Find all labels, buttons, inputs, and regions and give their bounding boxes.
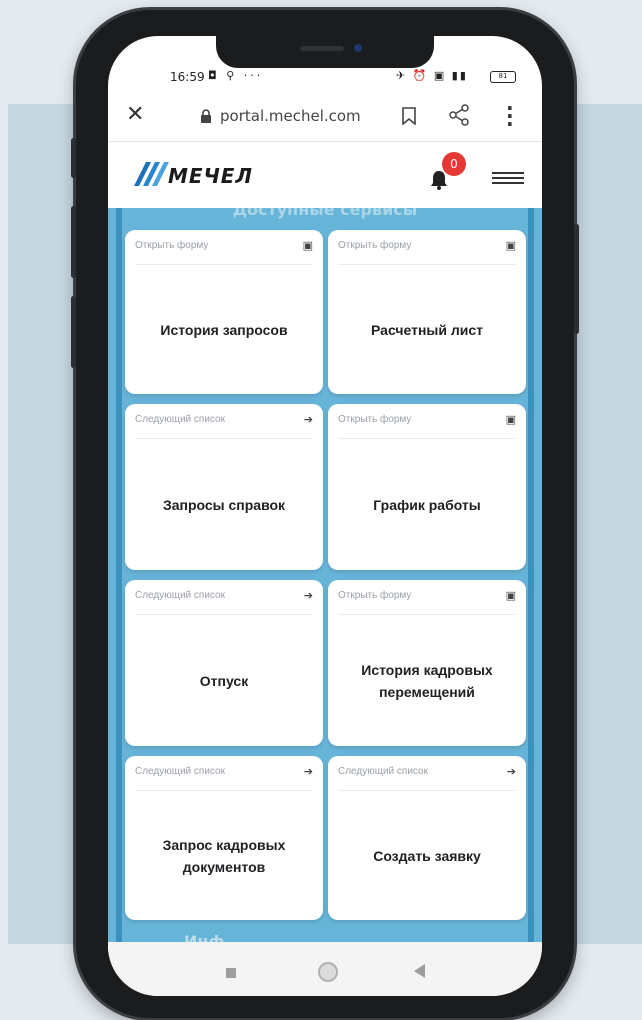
service-card[interactable]: Открыть форму ▣ Расчетный лист — [328, 230, 526, 394]
service-card[interactable]: Открыть форму ▣ История запросов — [125, 230, 323, 394]
notification-badge: 0 — [442, 152, 466, 176]
arrow-right-icon: ➔ — [506, 765, 516, 778]
card-hint: Открыть форму — [338, 590, 412, 601]
card-divider — [338, 614, 516, 615]
logo-text: МЕЧЕЛ — [168, 164, 253, 188]
battery-icon: 81 — [490, 71, 516, 83]
status-time: 16:59 — [170, 70, 205, 84]
card-hint: Открыть форму — [338, 414, 412, 425]
card-title: История запросов — [160, 322, 288, 338]
card-hint: Следующий список — [135, 414, 225, 425]
service-card[interactable]: Следующий список ➔ Создать заявку — [328, 756, 526, 920]
copy-icon: ▣ — [302, 239, 313, 252]
card-divider — [338, 438, 516, 439]
card-hint: Открыть форму — [338, 240, 412, 251]
service-card[interactable]: Открыть форму ▣ График работы — [328, 404, 526, 570]
card-divider — [135, 264, 313, 265]
more-options-icon[interactable]: · · · — [506, 98, 514, 134]
close-tab-icon[interactable]: ✕ — [126, 102, 144, 127]
status-icons-left: ◘ ⚲ ··· — [208, 69, 264, 82]
bookmark-icon[interactable] — [402, 107, 416, 125]
arrow-right-icon: ➔ — [303, 413, 313, 426]
browser-toolbar: ✕ portal.mechel.com · · · — [108, 94, 542, 142]
card-title: График работы — [373, 497, 481, 513]
hamburger-line — [492, 177, 524, 179]
content-border-right — [528, 208, 534, 942]
card-hint: Следующий список — [135, 590, 225, 601]
card-title: Расчетный лист — [371, 322, 483, 338]
content-border-left — [116, 208, 122, 942]
copy-icon: ▣ — [505, 589, 516, 602]
card-title: Создать заявку — [373, 848, 481, 864]
back-button[interactable] — [414, 964, 425, 978]
card-title: Отпуск — [199, 673, 249, 689]
recents-button[interactable] — [226, 968, 236, 978]
notch — [216, 36, 434, 68]
card-divider — [135, 790, 313, 791]
share-icon[interactable] — [448, 104, 470, 126]
copy-icon: ▣ — [505, 239, 516, 252]
lock-icon — [201, 109, 211, 123]
arrow-right-icon: ➔ — [303, 589, 313, 602]
card-divider — [338, 264, 516, 265]
card-title: Запрос кадровых документов — [162, 837, 286, 875]
section-title: Доступные сервисы — [232, 200, 418, 219]
copy-icon: ▣ — [505, 413, 516, 426]
mute-switch — [71, 138, 76, 178]
card-title: История кадровых перемещений — [361, 662, 493, 700]
front-camera — [354, 44, 362, 52]
service-card[interactable]: Следующий список ➔ Запросы справок — [125, 404, 323, 570]
power-button — [574, 224, 579, 334]
service-card[interactable]: Следующий список ➔ Отпуск — [125, 580, 323, 746]
service-card[interactable]: Открыть форму ▣ История кадровых перемещ… — [328, 580, 526, 746]
app-header: МЕЧЕЛ 0 — [108, 142, 542, 208]
card-hint: Следующий список — [135, 766, 225, 777]
status-icons-right: ✈ ⏰ ▣ ▮▮ — [396, 69, 468, 82]
url-bar[interactable]: portal.mechel.com — [220, 107, 361, 125]
arrow-right-icon: ➔ — [303, 765, 313, 778]
card-hint: Открыть форму — [135, 240, 209, 251]
service-card[interactable]: Следующий список ➔ Запрос кадровых докум… — [125, 756, 323, 920]
card-divider — [135, 438, 313, 439]
hamburger-menu-icon[interactable] — [492, 172, 524, 186]
card-hint: Следующий список — [338, 766, 428, 777]
home-button[interactable] — [318, 962, 338, 982]
card-divider — [135, 614, 313, 615]
card-title: Запросы справок — [162, 497, 286, 513]
speaker — [300, 46, 344, 51]
system-nav-bar — [108, 942, 542, 996]
services-area: Доступные сервисы Открыть форму ▣ Истори… — [108, 200, 542, 951]
hamburger-line — [492, 182, 524, 184]
volume-down-button — [71, 296, 76, 368]
card-divider — [338, 790, 516, 791]
phone-screen: 16:59 ◘ ⚲ ··· ✈ ⏰ ▣ ▮▮ 81 ✕ portal.meche… — [108, 36, 542, 996]
volume-up-button — [71, 206, 76, 278]
hamburger-line — [492, 172, 524, 174]
